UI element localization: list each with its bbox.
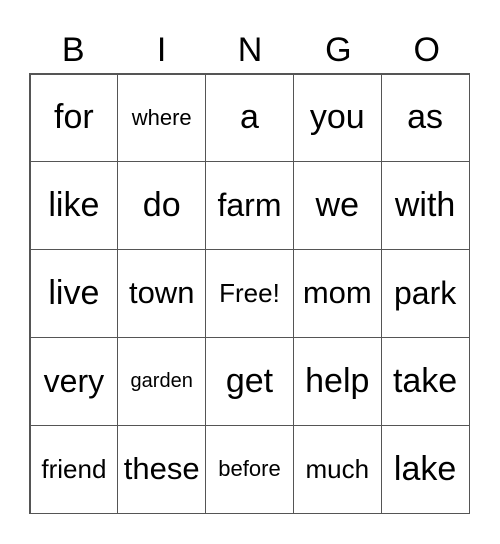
bingo-cell[interactable]: garden bbox=[117, 336, 207, 426]
bingo-card-grid: for where a you as like do farm we with … bbox=[29, 73, 470, 514]
bingo-header: B I N G O bbox=[29, 28, 471, 72]
bingo-cell[interactable]: friend bbox=[29, 424, 119, 514]
bingo-cell[interactable]: town bbox=[117, 249, 207, 338]
header-letter-i: I bbox=[156, 31, 167, 69]
bingo-cell[interactable]: much bbox=[292, 424, 382, 514]
bingo-cell[interactable]: mom bbox=[292, 249, 382, 338]
bingo-cell[interactable]: where bbox=[117, 73, 207, 163]
bingo-cell[interactable]: as bbox=[380, 73, 470, 163]
bingo-cell[interactable]: live bbox=[29, 249, 119, 338]
bingo-cell[interactable]: you bbox=[292, 73, 382, 163]
bingo-cell[interactable]: like bbox=[29, 161, 119, 251]
bingo-cell[interactable]: a bbox=[205, 73, 294, 163]
bingo-cell[interactable]: get bbox=[205, 336, 294, 426]
bingo-cell[interactable]: take bbox=[380, 336, 470, 426]
bingo-cell[interactable]: farm bbox=[205, 161, 294, 251]
header-letter-o: O bbox=[413, 31, 440, 69]
bingo-cell[interactable]: park bbox=[380, 249, 470, 338]
bingo-cell[interactable]: these bbox=[117, 424, 207, 514]
bingo-cell[interactable]: very bbox=[29, 336, 119, 426]
bingo-cell[interactable]: before bbox=[205, 424, 294, 514]
header-letter-g: G bbox=[325, 31, 352, 69]
bingo-cell[interactable]: do bbox=[117, 161, 207, 251]
bingo-cell[interactable]: with bbox=[380, 161, 470, 251]
bingo-cell[interactable]: we bbox=[292, 161, 382, 251]
bingo-cell[interactable]: help bbox=[292, 336, 382, 426]
bingo-cell[interactable]: for bbox=[29, 73, 119, 163]
header-letter-b: B bbox=[61, 31, 85, 69]
bingo-cell[interactable]: lake bbox=[380, 424, 470, 514]
header-letter-n: N bbox=[237, 31, 263, 69]
free-space-cell[interactable]: Free! bbox=[205, 249, 294, 338]
